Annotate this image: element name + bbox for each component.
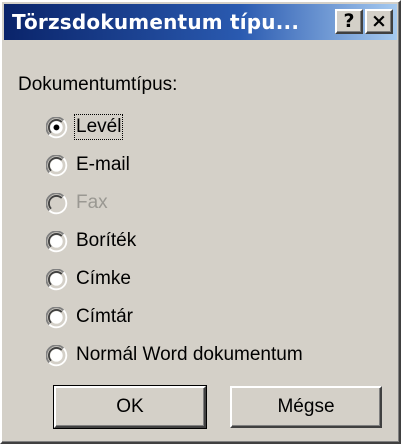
radio-label: Boríték: [76, 230, 137, 251]
cancel-button[interactable]: Mégse: [230, 386, 382, 428]
radio-label: Normál Word dokumentum: [76, 344, 303, 365]
radio-button[interactable]: [46, 307, 68, 329]
radio-label: Címke: [76, 268, 131, 289]
ok-button[interactable]: OK: [53, 385, 207, 429]
radio-button[interactable]: [46, 155, 68, 177]
radio-button-selected[interactable]: [46, 117, 68, 139]
title-bar[interactable]: Törzsdokumentum típu... ? ×: [4, 4, 397, 40]
radio-button[interactable]: [46, 269, 68, 291]
dialog-window: Törzsdokumentum típu... ? × Dokumentumtí…: [0, 0, 401, 444]
close-icon: ×: [371, 10, 387, 32]
radio-button[interactable]: [46, 345, 68, 367]
radio-label: Fax: [76, 192, 108, 213]
help-icon: ?: [343, 10, 355, 32]
radio-label: Levél: [73, 114, 124, 140]
document-type-label: Dokumentumtípus:: [18, 74, 178, 95]
radio-label: Címtár: [76, 306, 133, 327]
radio-button[interactable]: [46, 231, 68, 253]
help-button[interactable]: ?: [335, 9, 363, 34]
dialog-title: Törzsdokumentum típu...: [12, 10, 300, 34]
radio-button-disabled: [46, 193, 68, 215]
radio-label: E-mail: [76, 154, 130, 175]
close-button[interactable]: ×: [365, 9, 393, 34]
